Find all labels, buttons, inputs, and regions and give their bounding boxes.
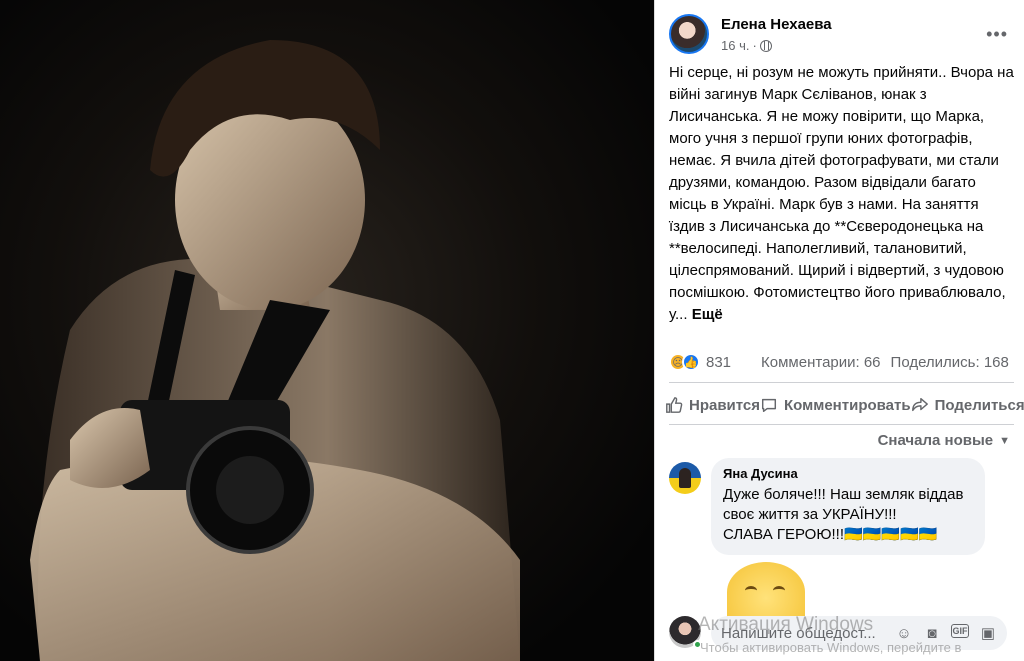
- author-avatar[interactable]: [669, 14, 709, 54]
- share-button[interactable]: Поделиться: [911, 396, 1024, 414]
- comment-label: Комментировать: [784, 396, 911, 414]
- post-photo[interactable]: [0, 0, 654, 661]
- crying-sticker-icon: [727, 562, 805, 622]
- composer-tools: ☺ ◙ GIF ▣: [895, 624, 997, 642]
- comment-input-wrap: ☺ ◙ GIF ▣: [711, 616, 1007, 650]
- sticker-icon[interactable]: ▣: [979, 624, 997, 642]
- post-actions: Нравится Комментировать Поделиться: [665, 390, 1024, 420]
- shares-count[interactable]: Поделились: 168: [891, 354, 1009, 371]
- post-header: Елена Нехаева 16 ч. · •••: [669, 10, 1014, 58]
- globe-icon: [759, 39, 772, 52]
- reactions-bar: ☹ 👍 831 Комментарии: 66 Поделились: 168: [669, 350, 1014, 374]
- post-text: Ні серце, ні розум не можуть прийняти.. …: [669, 62, 1017, 326]
- emoji-icon[interactable]: ☺: [895, 624, 913, 642]
- like-button[interactable]: Нравится: [665, 396, 760, 414]
- more-horizontal-icon: •••: [986, 24, 1008, 44]
- comment-icon: [762, 398, 777, 413]
- post-side-panel: Елена Нехаева 16 ч. · ••• Ні серце, ні р…: [654, 0, 1024, 661]
- commenter-avatar[interactable]: [669, 462, 701, 494]
- comment-text-line2: СЛАВА ГЕРОЮ!!!🇺🇦🇺🇦🇺🇦🇺🇦🇺🇦: [723, 526, 938, 543]
- like-reaction-icon[interactable]: 👍: [682, 353, 700, 371]
- caret-down-icon: ▼: [999, 434, 1010, 447]
- post-meta: 16 ч. ·: [721, 38, 772, 53]
- share-label: Поделиться: [934, 396, 1024, 414]
- comment-input[interactable]: [721, 624, 891, 642]
- reaction-count[interactable]: 831: [706, 354, 731, 371]
- comments-count[interactable]: Комментарии: 66: [761, 354, 881, 371]
- online-status-icon: [693, 640, 702, 649]
- comment-composer: ☺ ◙ GIF ▣: [669, 614, 1019, 654]
- camera-icon[interactable]: ◙: [923, 624, 941, 642]
- thumbs-up-icon: [666, 397, 683, 413]
- commenter-name[interactable]: Яна Дусина: [723, 466, 973, 481]
- post-time[interactable]: 16 ч.: [721, 38, 749, 53]
- like-label: Нравится: [689, 396, 761, 414]
- comment-bubble: Яна Дусина Дуже боляче!!! Наш земляк від…: [711, 458, 985, 555]
- share-icon: [911, 397, 928, 412]
- photo-image: [0, 0, 654, 661]
- meta-separator: ·: [752, 38, 757, 53]
- see-more-link[interactable]: Ещё: [692, 306, 723, 323]
- comment-sort-dropdown[interactable]: Сначала новые ▼: [878, 432, 1010, 449]
- divider: [669, 382, 1014, 383]
- post-body: Ні серце, ні розум не можуть прийняти.. …: [669, 64, 1014, 323]
- sort-label: Сначала новые: [877, 432, 994, 449]
- comment-text-line1: Дуже боляче!!! Наш земляк віддав своє жи…: [723, 486, 964, 523]
- comment-button[interactable]: Комментировать: [760, 396, 911, 414]
- divider: [669, 424, 1014, 425]
- more-options-button[interactable]: •••: [986, 24, 1008, 45]
- author-name[interactable]: Елена Нехаева: [721, 16, 832, 33]
- gif-icon[interactable]: GIF: [951, 624, 969, 638]
